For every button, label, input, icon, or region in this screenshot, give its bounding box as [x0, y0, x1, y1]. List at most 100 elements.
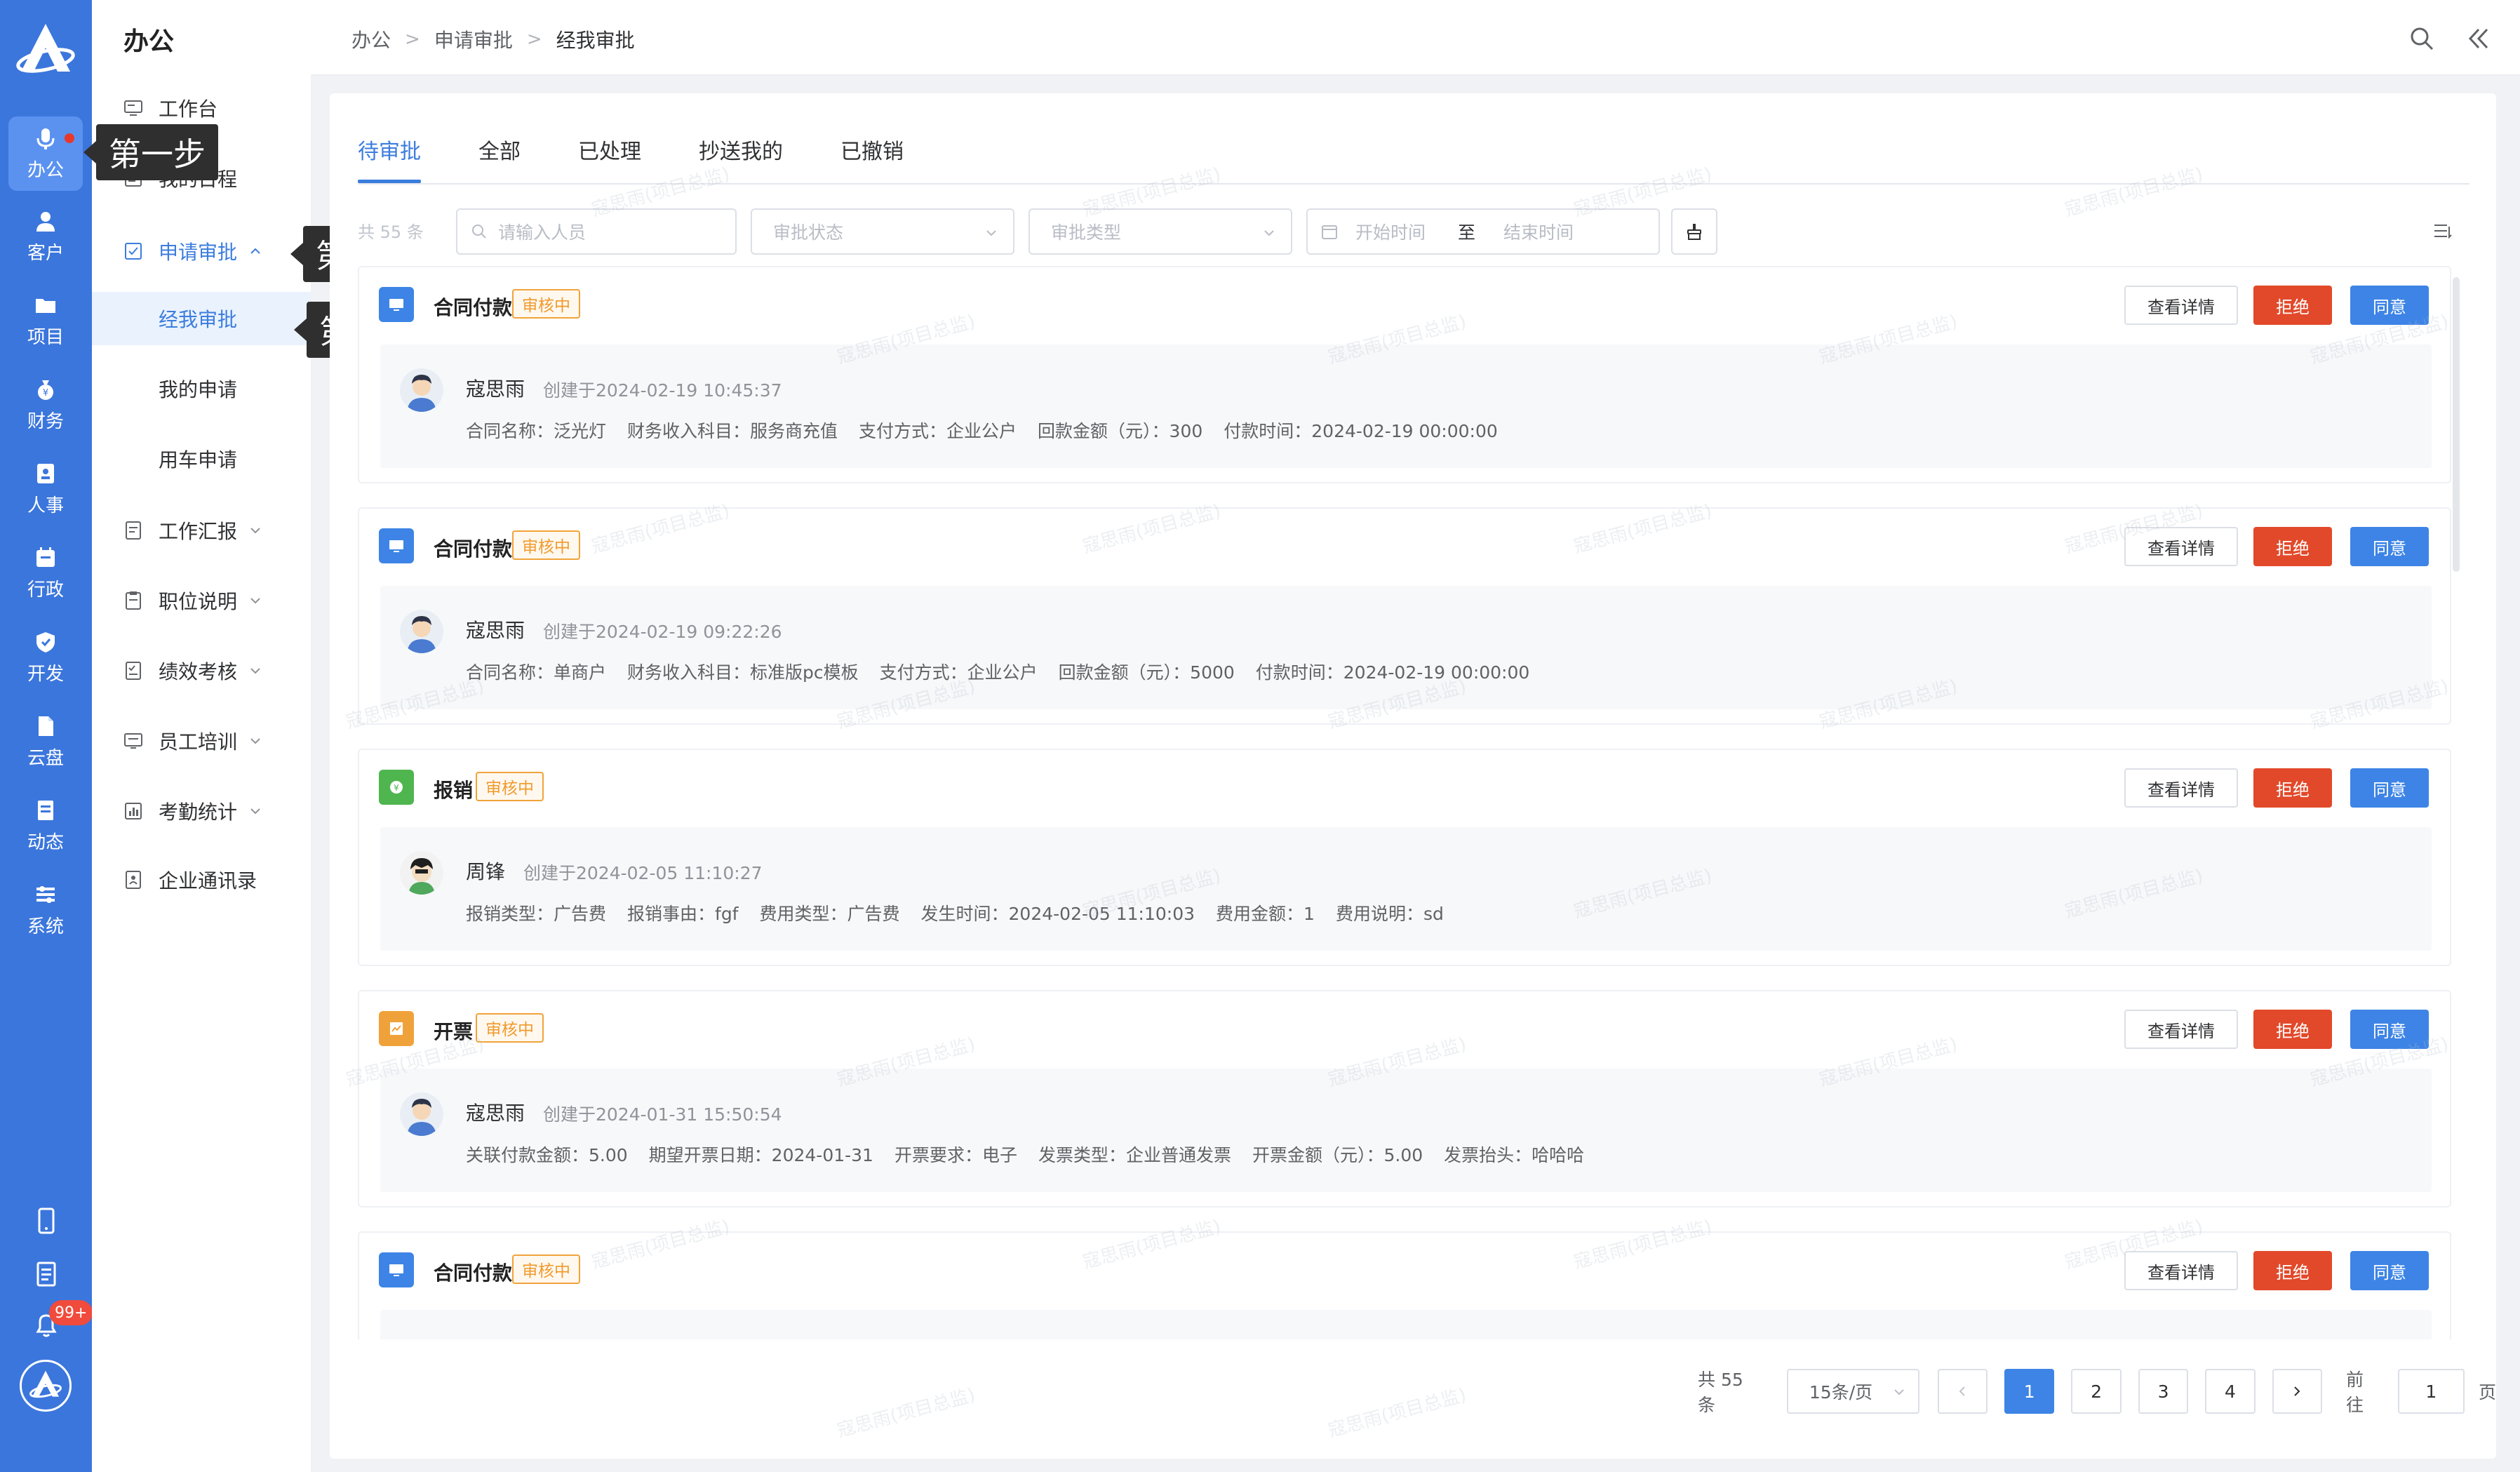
- rail-item-office[interactable]: 办公: [8, 116, 83, 191]
- chevron-down-icon: [250, 528, 260, 534]
- checklist-icon: [126, 662, 141, 680]
- next-page-button[interactable]: [2272, 1369, 2323, 1414]
- agree-button[interactable]: 同意: [2350, 768, 2429, 808]
- reimbursement-icon: ¥: [379, 770, 414, 805]
- nav-item-job-description[interactable]: 职位说明: [92, 574, 311, 627]
- nav-item-work-report[interactable]: 工作汇报: [92, 504, 311, 557]
- approval-type: 合同付款: [434, 537, 513, 561]
- reset-filter-button[interactable]: [1671, 208, 1717, 255]
- approval-body: 周锋 创建于2024-02-05 11:10:27 报销类型：广告费 报销事由：f…: [380, 827, 2432, 951]
- breadcrumb-item[interactable]: 申请审批: [434, 25, 513, 53]
- list-settings-icon[interactable]: [2432, 220, 2454, 242]
- agree-button[interactable]: 同意: [2350, 1251, 2429, 1290]
- breadcrumb-item[interactable]: 办公: [351, 25, 391, 53]
- agree-button[interactable]: 同意: [2350, 286, 2429, 325]
- agree-button[interactable]: 同意: [2350, 527, 2429, 566]
- people-search-input[interactable]: 请输入人员: [456, 208, 737, 255]
- shield-icon: [36, 631, 55, 653]
- nav-item-performance[interactable]: 绩效考核: [92, 644, 311, 697]
- approval-body: 寇思雨 创建于2024-01-31 15:50:54 关联付款金额：5.00 期望…: [380, 1069, 2432, 1192]
- breadcrumb: 办公 > 申请审批 > 经我审批: [351, 25, 635, 53]
- field: 支付方式：企业公户: [879, 662, 1038, 683]
- status-badge: 审核中: [476, 1013, 544, 1043]
- view-detail-button[interactable]: 查看详情: [2124, 1010, 2238, 1049]
- tab-cc-me[interactable]: 抄送我的: [699, 121, 783, 178]
- avatar: [400, 851, 443, 895]
- created-time: 创建于2024-02-19 10:45:37: [543, 380, 782, 401]
- rail-item-project[interactable]: 项目: [8, 283, 83, 358]
- page-button-1[interactable]: 1: [2004, 1369, 2055, 1414]
- field: 期望开票日期：2024-01-31: [648, 1145, 873, 1165]
- nav-item-attendance[interactable]: 考勤统计: [92, 784, 311, 838]
- page-button-2[interactable]: 2: [2071, 1369, 2122, 1414]
- tab-revoked[interactable]: 已撤销: [840, 121, 904, 178]
- view-detail-button[interactable]: 查看详情: [2124, 768, 2238, 808]
- rail-item-feed[interactable]: 动态: [8, 789, 83, 863]
- nav-item-training[interactable]: 员工培训: [92, 714, 311, 768]
- rail-item-customer[interactable]: 客户: [8, 199, 83, 274]
- rail-item-finance[interactable]: ¥ 财务: [8, 368, 83, 442]
- list-scrollbar[interactable]: [2453, 277, 2460, 572]
- view-detail-button[interactable]: 查看详情: [2124, 286, 2238, 325]
- date-range-picker[interactable]: 开始时间 至 结束时间: [1306, 208, 1660, 255]
- rail-item-dev[interactable]: 开发: [8, 620, 83, 695]
- nav-item-car-request[interactable]: 用车申请: [92, 432, 311, 486]
- contract-payment-icon: [379, 287, 414, 322]
- status-badge: 审核中: [512, 530, 580, 560]
- nav-item-my-requests[interactable]: 我的申请: [92, 362, 311, 415]
- tab-processed[interactable]: 已处理: [578, 121, 641, 178]
- status-badge: 审核中: [512, 1254, 580, 1284]
- reject-button[interactable]: 拒绝: [2253, 1010, 2332, 1049]
- approval-body: 寇思雨 创建于2024-02-19 09:22:26 合同名称：单商户 财务收入科…: [380, 586, 2432, 709]
- chevron-right-icon: [2294, 1386, 2300, 1396]
- user-avatar[interactable]: [20, 1360, 72, 1412]
- approval-card: ¥ 报销 审核中 查看详情 拒绝 同意 周锋 创建于2024-02-05 11:…: [358, 749, 2451, 966]
- settings-sliders-icon: [36, 885, 55, 903]
- rail-item-hr[interactable]: 人事: [8, 452, 83, 526]
- mic-icon: [36, 128, 55, 149]
- app-logo[interactable]: [14, 20, 77, 83]
- cloud-file-icon: [39, 716, 53, 736]
- nav-item-approval[interactable]: 申请审批: [92, 225, 311, 278]
- page-size-select[interactable]: 15条/页: [1786, 1369, 1919, 1414]
- page-button-3[interactable]: 3: [2138, 1369, 2189, 1414]
- nav-item-directory[interactable]: 企业通讯录: [92, 853, 311, 906]
- chevron-down-icon: [1894, 1389, 1904, 1396]
- rail-label: 云盘: [27, 747, 64, 769]
- approval-card: 合同付款 审核中 查看详情 拒绝 同意 寇思雨 创建于2024-02-19 10…: [358, 266, 2451, 483]
- view-detail-button[interactable]: 查看详情: [2124, 1251, 2238, 1290]
- tab-all[interactable]: 全部: [478, 121, 521, 178]
- applicant-name: 寇思雨: [466, 619, 525, 642]
- rail-label: 开发: [27, 663, 64, 685]
- reject-button[interactable]: 拒绝: [2253, 768, 2332, 808]
- rail-item-system[interactable]: 系统: [8, 873, 83, 947]
- double-chevron-left-icon[interactable]: [2465, 25, 2491, 52]
- reject-button[interactable]: 拒绝: [2253, 527, 2332, 566]
- reject-button[interactable]: 拒绝: [2253, 1251, 2332, 1290]
- rail-item-cloud[interactable]: 云盘: [8, 704, 83, 779]
- training-icon: [124, 733, 142, 749]
- bar-chart-icon: [125, 803, 142, 819]
- approval-card: 开票 审核中 查看详情 拒绝 同意 寇思雨 创建于2024-01-31 15:5…: [358, 990, 2451, 1207]
- search-icon[interactable]: [2408, 25, 2435, 52]
- tab-pending[interactable]: 待审批: [358, 121, 421, 183]
- nav-item-my-approvals[interactable]: 经我审批: [92, 292, 311, 345]
- id-card-icon: [37, 463, 54, 483]
- goto-label: 前往: [2346, 1370, 2364, 1415]
- goto-page-input[interactable]: 1: [2397, 1369, 2465, 1414]
- mobile-icon[interactable]: [31, 1205, 62, 1236]
- status-select[interactable]: 审批状态: [751, 208, 1014, 255]
- rail-item-admin[interactable]: 行政: [8, 536, 83, 610]
- notes-icon[interactable]: [31, 1259, 62, 1290]
- field: 支付方式：企业公户: [859, 421, 1017, 441]
- monitor-icon: [124, 100, 142, 116]
- breadcrumb-separator: >: [405, 29, 420, 50]
- applicant-name: 寇思雨: [466, 1102, 525, 1125]
- page-button-4[interactable]: 4: [2205, 1369, 2256, 1414]
- reject-button[interactable]: 拒绝: [2253, 286, 2332, 325]
- view-detail-button[interactable]: 查看详情: [2124, 527, 2238, 566]
- type-select[interactable]: 审批类型: [1028, 208, 1292, 255]
- approval-fields: 关联付款金额：5.00 期望开票日期：2024-01-31 开票要求：电子 发票类型：…: [466, 1142, 1605, 1167]
- prev-page-button[interactable]: [1937, 1369, 1988, 1414]
- agree-button[interactable]: 同意: [2350, 1010, 2429, 1049]
